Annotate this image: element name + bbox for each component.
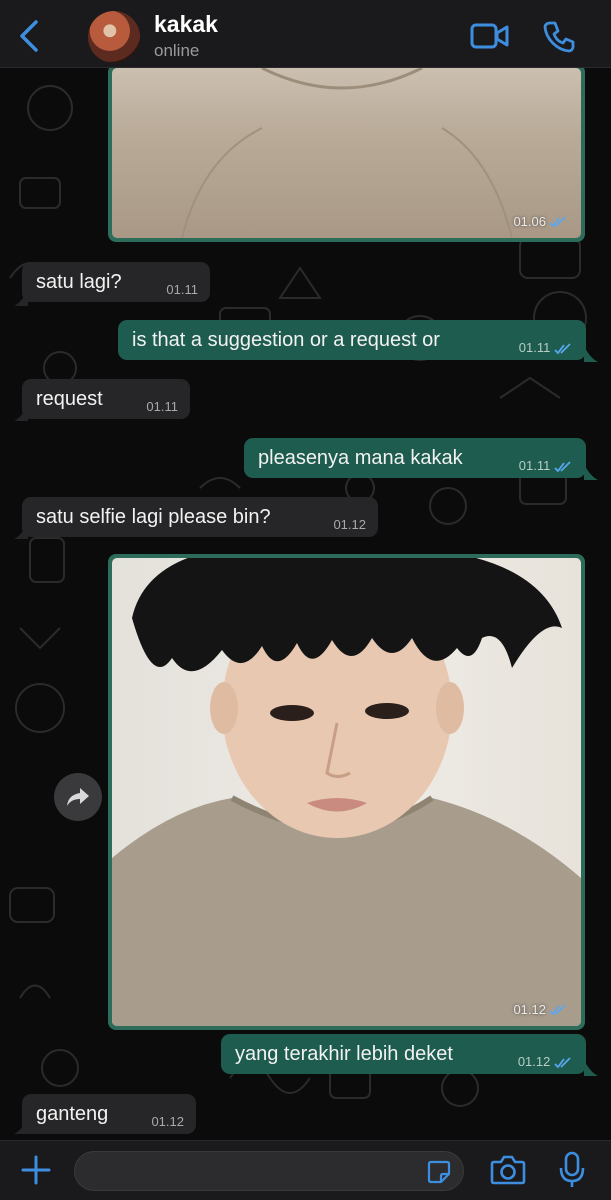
back-chevron-icon[interactable] xyxy=(14,18,44,54)
contact-name[interactable]: kakak xyxy=(154,11,218,38)
photo-message[interactable]: 01.06 xyxy=(108,68,585,242)
bubble-tail xyxy=(584,346,598,362)
message-text: satu lagi? xyxy=(36,271,122,293)
bubble-tail xyxy=(584,464,598,480)
incoming-message[interactable]: request 01.11 xyxy=(22,379,190,419)
message-time: 01.11 xyxy=(519,336,572,360)
incoming-message[interactable]: satu selfie lagi please bin? 01.12 xyxy=(22,497,378,537)
message-time: 01.06 xyxy=(513,214,567,229)
message-text: yang terakhir lebih deket xyxy=(235,1043,453,1065)
photo-image[interactable]: 01.12 xyxy=(112,558,581,1026)
outgoing-message[interactable]: yang terakhir lebih deket 01.12 xyxy=(221,1034,586,1074)
message-text: pleasenya mana kakak xyxy=(258,447,463,469)
message-time: 01.12 xyxy=(151,1114,184,1129)
microphone-icon[interactable] xyxy=(558,1151,586,1189)
camera-icon[interactable] xyxy=(490,1154,526,1186)
message-composer xyxy=(0,1140,611,1200)
message-time: 01.11 xyxy=(166,282,198,297)
outgoing-message[interactable]: is that a suggestion or a request or 01.… xyxy=(118,320,586,360)
avatar[interactable] xyxy=(88,11,140,63)
read-ticks-icon xyxy=(549,215,566,227)
read-ticks-icon xyxy=(549,1003,566,1015)
chat-header: kakak online xyxy=(0,0,611,68)
photo-message[interactable]: 01.12 xyxy=(108,554,585,1030)
message-input-field[interactable] xyxy=(74,1151,464,1191)
message-text: ganteng xyxy=(36,1103,109,1125)
message-time: 01.11 xyxy=(146,399,178,414)
photo-image[interactable]: 01.06 xyxy=(112,68,581,238)
forward-button[interactable] xyxy=(54,773,102,821)
video-call-icon[interactable] xyxy=(470,20,510,52)
message-time: 01.11 xyxy=(519,454,572,478)
message-time: 01.12 xyxy=(513,1002,567,1017)
message-list[interactable]: 01.06 satu lagi? 01.11 is that a suggest… xyxy=(0,68,611,1140)
message-input[interactable] xyxy=(75,1152,415,1190)
bubble-tail xyxy=(584,1060,598,1076)
contact-status: online xyxy=(154,41,200,60)
plus-icon[interactable] xyxy=(20,1154,52,1186)
incoming-message[interactable]: ganteng 01.12 xyxy=(22,1094,196,1134)
sticker-icon[interactable] xyxy=(427,1160,451,1184)
read-ticks-icon xyxy=(554,342,571,354)
message-time: 01.12 xyxy=(333,517,366,532)
message-text: request xyxy=(36,388,103,410)
message-time: 01.12 xyxy=(518,1050,572,1074)
forward-arrow-icon xyxy=(67,788,89,806)
read-ticks-icon xyxy=(554,1056,571,1068)
phone-call-icon[interactable] xyxy=(542,20,576,54)
outgoing-message[interactable]: pleasenya mana kakak 01.11 xyxy=(244,438,586,478)
read-ticks-icon xyxy=(554,460,571,472)
message-text: satu selfie lagi please bin? xyxy=(36,506,271,528)
message-text: is that a suggestion or a request or xyxy=(132,329,440,351)
incoming-message[interactable]: satu lagi? 01.11 xyxy=(22,262,210,302)
